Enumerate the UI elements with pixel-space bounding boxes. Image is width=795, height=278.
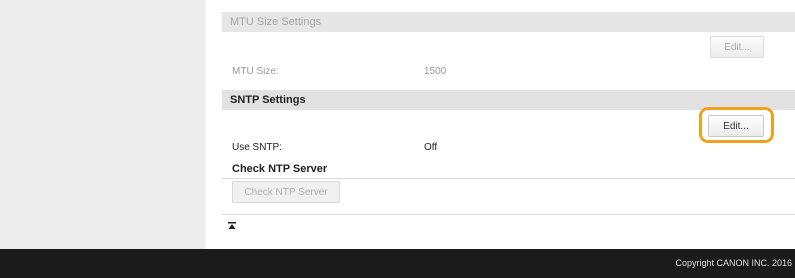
use-sntp-label: Use SNTP: xyxy=(232,142,283,153)
mtu-size-value: 1500 xyxy=(424,66,447,77)
mtu-size-label: MTU Size: xyxy=(232,66,279,77)
divider xyxy=(222,214,795,215)
footer: Copyright CANON INC. 2016 xyxy=(0,249,795,278)
copyright-text: Copyright CANON INC. 2016 xyxy=(675,258,792,268)
check-ntp-heading: Check NTP Server xyxy=(232,163,328,175)
arrow-to-top-icon[interactable] xyxy=(228,222,236,230)
divider xyxy=(222,178,795,179)
mtu-section-header: MTU Size Settings xyxy=(222,12,795,32)
use-sntp-value: Off xyxy=(424,142,438,153)
sntp-edit-button[interactable]: Edit... xyxy=(708,115,764,137)
check-ntp-server-button[interactable]: Check NTP Server xyxy=(232,181,340,203)
mtu-edit-button[interactable]: Edit... xyxy=(710,36,764,58)
page: MTU Size Settings Edit... MTU Size: 1500… xyxy=(0,0,795,278)
